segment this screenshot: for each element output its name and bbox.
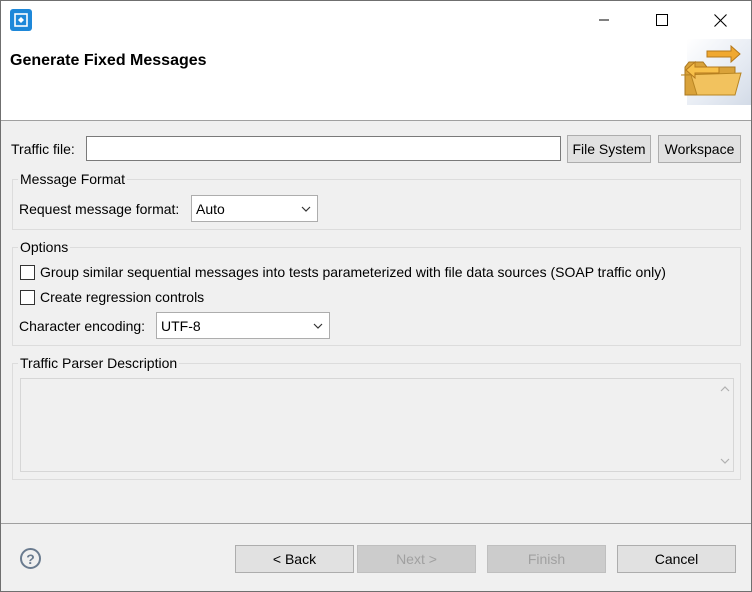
request-format-select[interactable]: Auto xyxy=(191,195,318,222)
footer-separator xyxy=(1,523,751,524)
minimize-icon xyxy=(599,19,609,21)
parser-description-scrollbar[interactable] xyxy=(716,379,733,471)
parser-description-title: Traffic Parser Description xyxy=(18,355,180,371)
chevron-down-icon xyxy=(301,206,311,212)
traffic-file-label: Traffic file: xyxy=(11,141,75,157)
chevron-down-icon xyxy=(313,323,323,329)
back-button[interactable]: < Back xyxy=(235,545,354,573)
cancel-button[interactable]: Cancel xyxy=(617,545,736,573)
close-icon xyxy=(713,13,727,27)
group-messages-checkbox[interactable] xyxy=(20,265,35,280)
traffic-file-input[interactable] xyxy=(86,136,561,161)
title-bar xyxy=(1,1,751,39)
finish-button[interactable]: Finish xyxy=(487,545,606,573)
scroll-down-icon[interactable] xyxy=(720,457,730,465)
workspace-button[interactable]: Workspace xyxy=(658,135,741,163)
character-encoding-select[interactable]: UTF-8 xyxy=(156,312,330,339)
message-format-title: Message Format xyxy=(18,171,128,187)
file-system-button[interactable]: File System xyxy=(567,135,651,163)
dialog-window: Generate Fixed Messages Traffic file: Fi… xyxy=(0,0,752,592)
maximize-icon xyxy=(656,14,668,26)
group-messages-label: Group similar sequential messages into t… xyxy=(40,264,666,280)
request-format-value: Auto xyxy=(196,200,225,217)
character-encoding-label: Character encoding: xyxy=(19,318,146,334)
app-icon xyxy=(10,9,32,31)
help-icon[interactable]: ? xyxy=(20,548,41,569)
request-format-label: Request message format: xyxy=(19,201,180,217)
close-button[interactable] xyxy=(691,1,749,39)
options-title: Options xyxy=(18,239,71,255)
maximize-button[interactable] xyxy=(633,1,691,39)
minimize-button[interactable] xyxy=(575,1,633,39)
regression-controls-label: Create regression controls xyxy=(40,289,205,305)
parser-description-text[interactable] xyxy=(20,378,734,472)
next-button[interactable]: Next > xyxy=(357,545,476,573)
page-title: Generate Fixed Messages xyxy=(10,52,207,69)
folder-transfer-icon xyxy=(680,45,742,96)
character-encoding-value: UTF-8 xyxy=(161,317,201,334)
wizard-banner: Generate Fixed Messages xyxy=(1,39,751,121)
regression-controls-checkbox[interactable] xyxy=(20,290,35,305)
scroll-up-icon[interactable] xyxy=(720,385,730,393)
